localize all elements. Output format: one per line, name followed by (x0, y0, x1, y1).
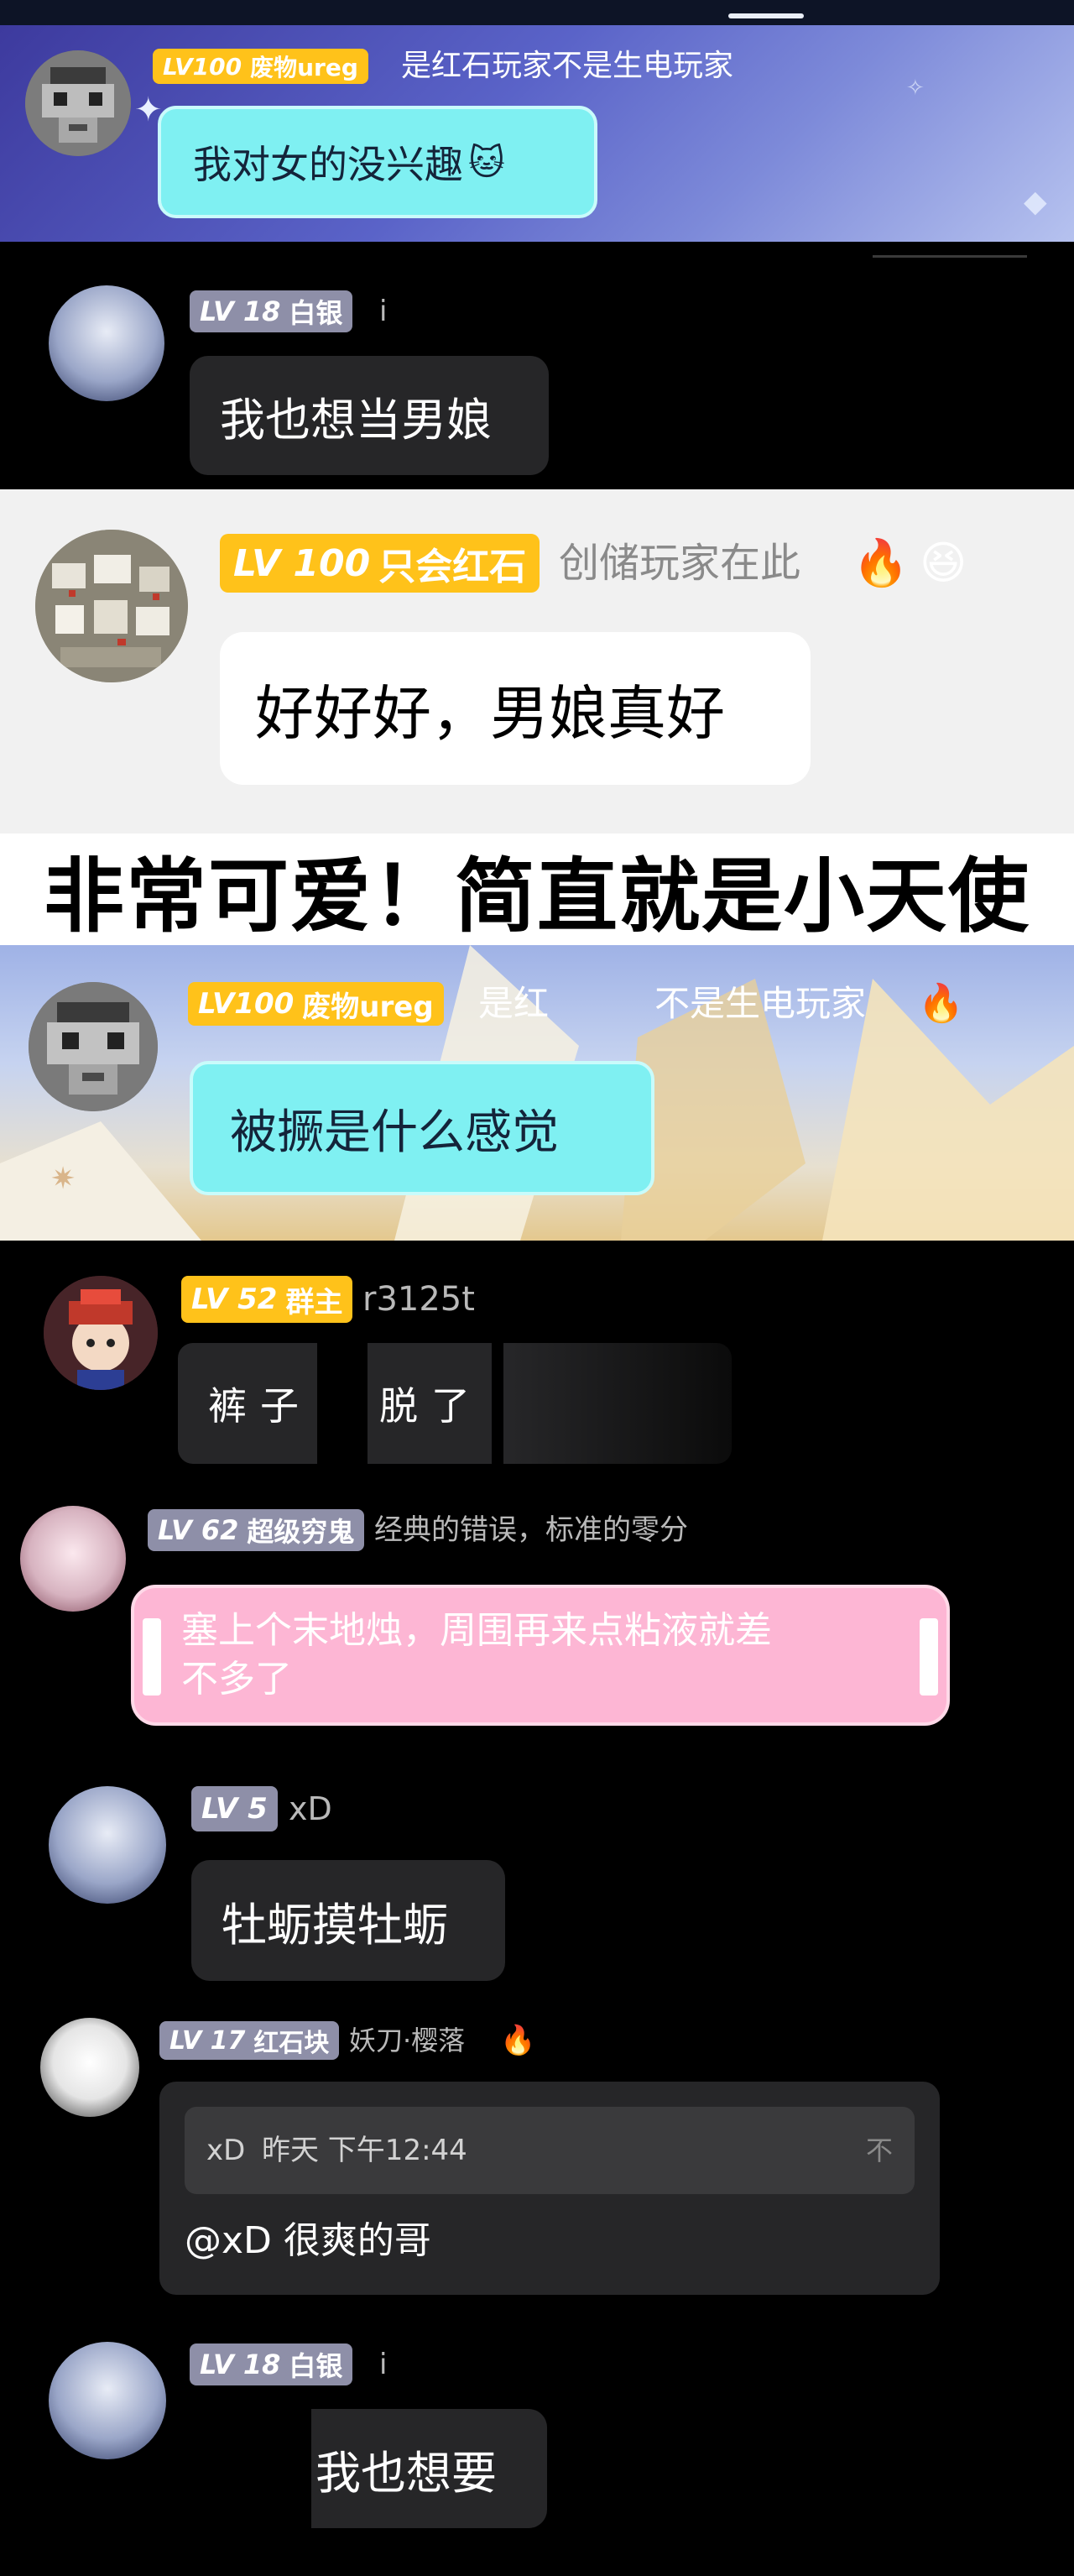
message-text: 被撅是什么感觉 (230, 1105, 559, 1160)
cartoon-avatar-icon[interactable] (44, 1276, 158, 1390)
title-text: 白银 (289, 297, 343, 329)
message-text: @xD 很爽的哥 (185, 2219, 431, 2262)
reply-bubble[interactable]: xD 昨天 下午12:44 不 @xD 很爽的哥 (159, 2082, 940, 2295)
message-7-screenshot: LV 5 xD 牡蛎摸牡蛎 (0, 1743, 1074, 1994)
level-badge: LV 18 白银 (190, 2343, 353, 2385)
message-bubble[interactable]: 好好好，男娘真好 (220, 632, 811, 785)
divider (873, 255, 1027, 258)
pixel-avatar-icon[interactable] (25, 50, 131, 156)
nickname: 创储玩家在此 (559, 540, 801, 587)
nickname: 是红石玩家不是生电玩家 (401, 49, 734, 83)
level-badge: LV100 废物ureg (188, 982, 444, 1026)
message-2-screenshot: LV 18 白银 i 我也想当男娘 (0, 242, 1074, 489)
minecraft-avatar-icon[interactable] (35, 530, 188, 682)
caption-banner: 非常可爱！简直就是小天使 (0, 833, 1074, 945)
message-text: 不多了 (181, 1658, 292, 1701)
pixel-avatar-icon[interactable] (29, 982, 158, 1111)
laugh-emoji-icon: 😆 (920, 536, 967, 589)
message-5-screenshot: LV 52 群主 r3125t 裤子 脱了 (0, 1241, 1074, 1492)
message-text: 牡蛎摸牡蛎 (222, 1898, 448, 1952)
redaction-block (492, 1343, 503, 1464)
title-text: 红石块 (253, 2029, 330, 2058)
fire-icon: 🔥 (852, 536, 910, 589)
bracket-right-icon (920, 1618, 938, 1696)
message-bubble[interactable]: 裤子 脱了 (178, 1343, 732, 1464)
nickname: 经典的错误，标准的零分 (374, 1513, 688, 1547)
nickname: i (379, 2348, 388, 2381)
title-text: 只会红石 (378, 546, 527, 588)
nickname: 不是生电玩家 (654, 983, 867, 1024)
level-badge: LV 17 红石块 (159, 2021, 340, 2060)
level-badge: LV100 废物ureg (153, 49, 368, 84)
message-text: 我对女的没兴趣 (193, 142, 463, 187)
quote-time: 昨天 下午12:44 (262, 2134, 467, 2167)
message-text: 我也想要 (315, 2446, 497, 2500)
message-text: 好好好，男娘真好 (255, 678, 725, 748)
level-text: LV 100 (233, 541, 371, 585)
message-1-screenshot: ✦ ✦ ✧ ◆ LV100 废物ureg 是红石玩家不是生电玩家 我对女的没兴趣… (0, 25, 1074, 242)
message-text: 脱了 (379, 1383, 483, 1429)
message-bubble[interactable]: 塞上个末地烛，周围再来点粘液就差 不多了 (131, 1585, 950, 1726)
level-badge: LV 62 超级穷鬼 (148, 1509, 365, 1551)
title-text: 废物ureg (302, 990, 434, 1024)
nickname: 妖刀·樱落 (349, 2025, 466, 2056)
message-9-screenshot: LV 18 白银 i 我也想要 (0, 2322, 1074, 2576)
caption-text: 非常可爱！简直就是小天使 (44, 849, 1030, 943)
level-text: LV 52 (191, 1283, 278, 1316)
fire-icon: 🔥 (918, 982, 964, 1025)
sparkle-icon: ✧ (906, 76, 925, 101)
message-4-screenshot: ✷ LV100 废物ureg 是红 不是生电玩家 🔥 被撅是什么感觉 (0, 945, 1074, 1241)
diamond-icon: ◆ (1024, 185, 1047, 219)
level-text: LV 17 (169, 2025, 246, 2056)
message-text: 我也想当男娘 (220, 393, 492, 447)
quote-symbol: 不 (865, 2134, 893, 2166)
message-6-screenshot: LV 62 超级穷鬼 经典的错误，标准的零分 塞上个末地烛，周围再来点粘液就差 … (0, 1492, 1074, 1743)
message-bubble[interactable]: 我对女的没兴趣 🐱 (158, 106, 597, 218)
level-text: LV 62 (158, 1514, 239, 1546)
redaction-block (317, 1343, 368, 1464)
level-text: LV 18 (200, 2349, 281, 2380)
message-text: 裤子 (208, 1383, 312, 1429)
anime-avatar-icon[interactable] (49, 1786, 166, 1904)
level-text: LV 5 (201, 1792, 268, 1826)
cat-emoji-icon: 🐱 (468, 141, 505, 183)
title-text: 白银 (289, 2350, 343, 2382)
bracket-left-icon (143, 1618, 161, 1696)
nickname: i (379, 295, 388, 328)
nickname: r3125t (362, 1280, 475, 1319)
level-text: LV100 (163, 52, 242, 81)
nickname: xD (289, 1790, 332, 1827)
svg-text:✷: ✷ (50, 1162, 76, 1196)
level-badge: LV 52 群主 (181, 1276, 353, 1323)
anime-avatar-icon[interactable] (49, 2342, 166, 2459)
level-badge: LV 100 只会红石 (220, 534, 540, 593)
quoted-message[interactable]: xD 昨天 下午12:44 不 (185, 2107, 915, 2194)
message-3-screenshot: LV 100 只会红石 创储玩家在此 🔥 😆 好好好，男娘真好 (0, 489, 1074, 833)
fire-icon: 🔥 (500, 2024, 536, 2057)
top-indicator (728, 13, 804, 18)
status-bar (0, 0, 1074, 25)
quote-author: xD (206, 2134, 246, 2167)
anime-avatar-icon[interactable] (49, 285, 164, 401)
message-bubble[interactable]: 牡蛎摸牡蛎 (191, 1860, 505, 1981)
level-badge: LV 18 白银 (190, 290, 353, 332)
level-text: LV 18 (200, 295, 281, 327)
anime-avatar-icon[interactable] (40, 2018, 139, 2117)
title-text: 群主 (285, 1285, 343, 1319)
nickname: 是红 (478, 983, 550, 1024)
message-bubble[interactable]: 被撅是什么感觉 (190, 1061, 654, 1195)
level-text: LV100 (198, 987, 295, 1021)
message-bubble[interactable]: 我也想要 (190, 2409, 547, 2528)
title-text: 超级穷鬼 (247, 1516, 355, 1548)
message-text: 塞上个末地烛，周围再来点粘液就差 (181, 1609, 772, 1652)
title-text: 废物ureg (250, 54, 358, 81)
anime-avatar-icon[interactable] (20, 1506, 126, 1612)
level-badge: LV 5 (191, 1786, 278, 1831)
message-bubble[interactable]: 我也想当男娘 (190, 356, 549, 475)
